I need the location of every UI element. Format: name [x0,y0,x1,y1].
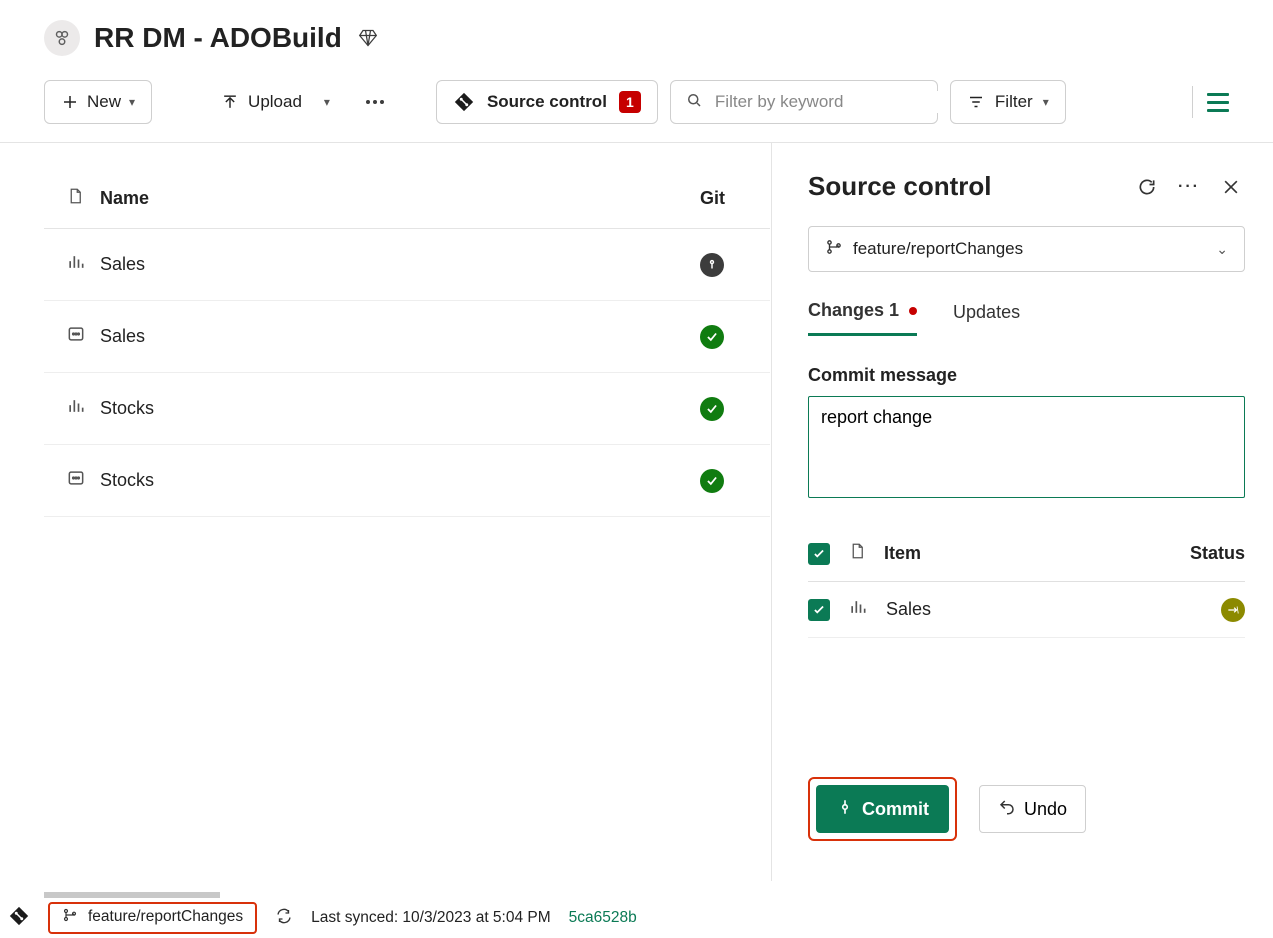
select-all-checkbox[interactable] [808,543,830,565]
undo-button[interactable]: Undo [979,785,1086,833]
statusbar-branch[interactable]: feature/reportChanges [48,902,257,934]
scrollbar-thumb[interactable] [44,892,220,898]
panel-toggle-icon[interactable] [1205,88,1233,116]
source-control-panel: Source control ··· feature/reportChan [771,143,1273,881]
new-button-label: New [87,92,121,112]
report-icon [66,252,86,277]
git-status-synced-icon [700,469,724,493]
change-item-checkbox[interactable] [808,599,830,621]
panel-title: Source control [808,171,1119,202]
filter-search[interactable] [670,80,938,124]
changes-list: Item Status Sales [808,526,1245,638]
dataset-icon [66,468,86,493]
panel-actions: Commit Undo [808,777,1245,881]
git-status-synced-icon [700,397,724,421]
statusbar-synced: Last synced: 10/3/2023 at 5:04 PM [311,909,551,927]
more-icon[interactable]: ··· [1175,173,1203,201]
commit-icon [836,798,854,821]
status-bar: feature/reportChanges Last synced: 10/3/… [0,898,1273,938]
upload-button-label: Upload [248,92,302,112]
filter-icon [967,93,985,111]
source-control-button[interactable]: Source control 1 [436,80,658,124]
commit-highlight: Commit [808,777,957,841]
branch-icon [825,238,843,261]
branch-select[interactable]: feature/reportChanges ⌄ [808,226,1245,272]
git-status-synced-icon [700,325,724,349]
filter-button[interactable]: Filter ▾ [950,80,1066,124]
filter-input[interactable] [713,91,938,113]
change-item[interactable]: Sales [808,582,1245,638]
list-item[interactable]: Sales [44,229,770,301]
plus-icon [61,93,79,111]
chevron-down-icon: ⌄ [1216,241,1228,258]
search-icon [685,91,703,114]
branch-icon [62,907,78,928]
list-item-name: Sales [100,254,700,275]
workspace-header: RR DM - ADOBuild [0,0,1273,80]
dataset-icon [66,324,86,349]
report-icon [66,396,86,421]
git-status-uncommitted-icon [700,253,724,277]
commit-message-label: Commit message [808,365,1245,386]
undo-label: Undo [1024,799,1067,820]
upload-icon [220,92,240,112]
tab-changes[interactable]: Changes 1 [808,300,917,336]
source-control-label: Source control [487,92,607,112]
close-icon[interactable] [1217,173,1245,201]
divider [1192,86,1193,118]
sync-icon[interactable] [275,907,293,930]
list-item[interactable]: Sales [44,301,770,373]
branch-name: feature/reportChanges [853,239,1023,259]
file-header-icon [66,187,84,210]
commit-message-input[interactable] [808,396,1245,498]
workspace-item-list: Name Git Sales [0,143,770,881]
new-button[interactable]: New ▾ [44,80,152,124]
premium-diamond-icon [356,26,380,50]
content-area: Name Git Sales [0,143,1273,881]
git-icon [453,91,475,113]
change-item-name: Sales [886,599,1203,620]
list-item-name: Stocks [100,398,700,419]
statusbar-commit-hash[interactable]: 5ca6528b [569,909,637,927]
refresh-icon[interactable] [1133,173,1161,201]
upload-button[interactable]: Upload ▾ [204,80,346,124]
chevron-down-icon: ▾ [1043,95,1049,109]
git-icon [8,905,30,932]
changes-indicator-icon [909,307,917,315]
col-git-header[interactable]: Git [700,188,770,209]
statusbar-branch-name: feature/reportChanges [88,908,243,926]
chevron-down-icon: ▾ [129,95,135,109]
list-item[interactable]: Stocks [44,445,770,517]
source-control-count-badge: 1 [619,91,641,113]
changes-col-item: Item [884,543,1172,564]
undo-icon [998,798,1016,821]
report-icon [848,597,868,622]
toolbar: New ▾ Upload ▾ Source control 1 [0,80,1273,143]
changes-header: Item Status [808,526,1245,582]
commit-button[interactable]: Commit [816,785,949,833]
commit-label: Commit [862,799,929,820]
list-item-name: Stocks [100,470,700,491]
more-menu[interactable] [358,100,392,104]
workspace-icon [44,20,80,56]
tab-updates[interactable]: Updates [953,300,1020,336]
col-name-header[interactable]: Name [100,188,700,209]
chevron-down-icon: ▾ [324,95,330,109]
filter-button-label: Filter [995,92,1033,112]
change-item-status-icon [1221,598,1245,622]
list-item[interactable]: Stocks [44,373,770,445]
panel-tabs: Changes 1 Updates [808,300,1245,337]
list-header: Name Git [44,169,770,229]
workspace-title: RR DM - ADOBuild [94,22,342,54]
file-header-icon [848,542,866,565]
changes-col-status: Status [1190,543,1245,564]
list-item-name: Sales [100,326,700,347]
